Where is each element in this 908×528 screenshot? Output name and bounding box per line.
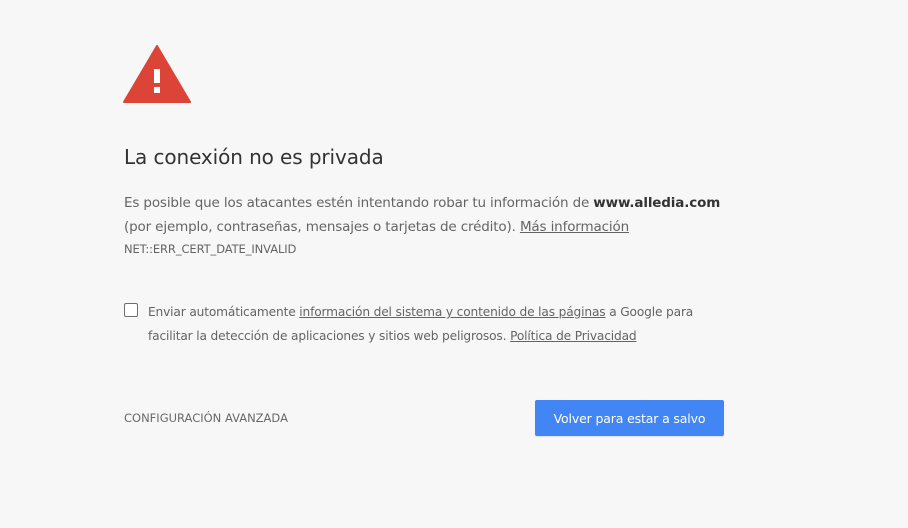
explanation-text: Es posible que los atacantes estén inten…	[124, 191, 744, 239]
advanced-button[interactable]: CONFIGURACIÓN AVANZADA	[124, 408, 288, 428]
back-to-safety-button[interactable]: Volver para estar a salvo	[535, 400, 724, 436]
warning-triangle-icon	[123, 45, 191, 103]
system-info-link[interactable]: información del sistema y contenido de l…	[299, 305, 605, 319]
send-report-checkbox[interactable]	[124, 303, 138, 317]
learn-more-link[interactable]: Más información	[520, 219, 629, 235]
page-title: La conexión no es privada	[124, 145, 384, 169]
explanation-suffix: (por ejemplo, contraseñas, mensajes o ta…	[124, 219, 520, 235]
explanation-prefix: Es posible que los atacantes estén inten…	[124, 195, 594, 211]
privacy-policy-link[interactable]: Política de Privacidad	[510, 329, 637, 343]
error-code: NET::ERR_CERT_DATE_INVALID	[124, 242, 297, 256]
optin-text-before: Enviar automáticamente	[148, 305, 300, 319]
domain-name: www.alledia.com	[593, 195, 721, 211]
optin-text: Enviar automáticamente información del s…	[148, 300, 738, 348]
interstitial-page: La conexión no es privada Es posible que…	[0, 0, 908, 528]
